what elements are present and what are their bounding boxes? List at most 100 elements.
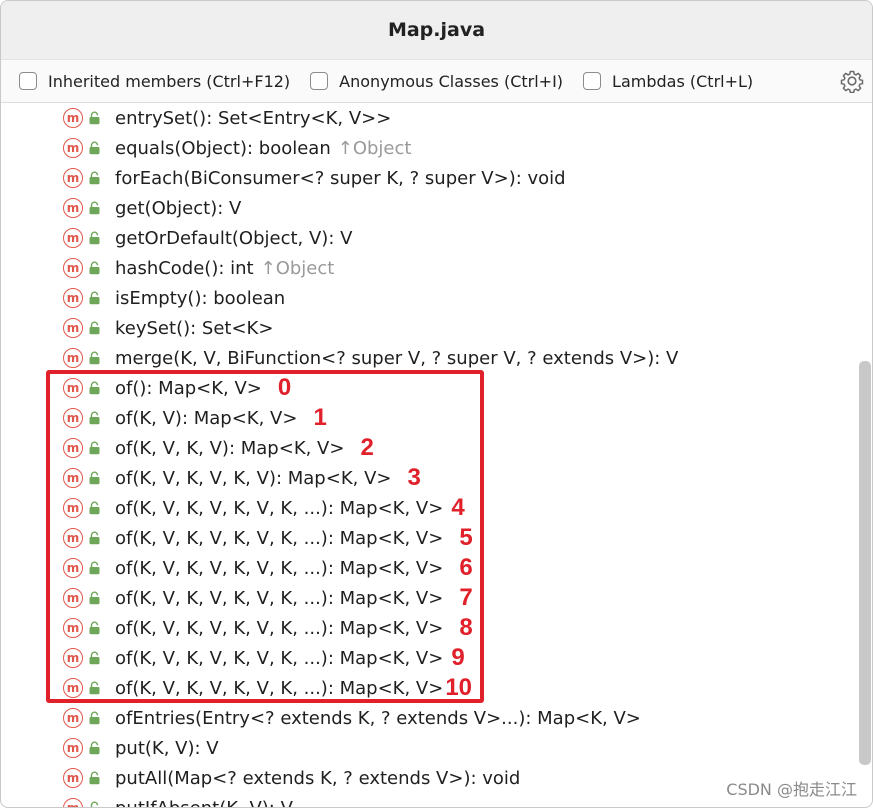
annotation-number: 3 — [407, 464, 421, 491]
member-signature: of(K, V, K, V, K, V, K, ...): Map<K, V> — [115, 647, 444, 669]
anonymous-classes-checkbox[interactable]: Anonymous Classes (Ctrl+I) — [310, 72, 563, 91]
member-row[interactable]: m hashCode(): int ↑Object — [1, 253, 872, 283]
inherited-from: ↑Object — [260, 257, 335, 279]
lock-icon — [89, 381, 100, 395]
filter-toolbar: Inherited members (Ctrl+F12) Anonymous C… — [1, 60, 872, 103]
lock-icon — [89, 651, 100, 665]
lock-icon — [89, 351, 100, 365]
method-icon: m — [63, 498, 83, 518]
lock-icon — [89, 231, 100, 245]
method-icon: m — [63, 318, 83, 338]
method-icon: m — [63, 528, 83, 548]
member-row[interactable]: m put(K, V): V — [1, 733, 872, 763]
member-signature: ofEntries(Entry<? extends K, ? extends V… — [115, 707, 641, 729]
member-row[interactable]: m of(K, V, K, V, K, V, K, ...): Map<K, V>… — [1, 553, 872, 583]
annotation-number: 10 — [445, 674, 473, 701]
method-icon: m — [63, 678, 83, 698]
member-row[interactable]: m of(K, V): Map<K, V> 1 — [1, 403, 872, 433]
member-list: m entrySet(): Set<Entry<K, V>> m equals(Obj… — [1, 103, 872, 807]
member-signature: isEmpty(): boolean — [115, 287, 286, 309]
member-signature: keySet(): Set<K> — [115, 317, 274, 339]
inherited-members-label: Inherited members (Ctrl+F12) — [48, 71, 291, 91]
member-row[interactable]: m isEmpty(): boolean — [1, 283, 872, 313]
checkbox-box[interactable] — [310, 72, 329, 90]
method-icon: m — [63, 768, 83, 788]
method-icon: m — [63, 258, 83, 278]
lambdas-checkbox[interactable]: Lambdas (Ctrl+L) — [583, 72, 753, 91]
member-signature: putAll(Map<? extends K, ? extends V>): v… — [115, 767, 521, 789]
lock-icon — [89, 621, 100, 635]
inherited-members-checkbox[interactable]: Inherited members (Ctrl+F12) — [19, 72, 290, 91]
member-row[interactable]: m merge(K, V, BiFunction<? super V, ? sup… — [1, 343, 872, 373]
member-signature: hashCode(): int — [115, 257, 254, 279]
member-row[interactable]: m of(K, V, K, V, K, V, K, ...): Map<K, V>… — [1, 583, 872, 613]
member-signature: of(K, V, K, V, K, V, K, ...): Map<K, V> — [115, 677, 444, 699]
member-row[interactable]: m getOrDefault(Object, V): V — [1, 223, 872, 253]
member-signature: putIfAbsent(K, V): V — [115, 798, 293, 808]
member-signature: of(): Map<K, V> — [115, 377, 262, 399]
annotation-number: 9 — [451, 644, 465, 671]
method-icon: m — [63, 648, 83, 668]
method-icon: m — [63, 378, 83, 398]
member-signature: of(K, V, K, V, K, V, K, ...): Map<K, V> — [115, 527, 444, 549]
member-signature: of(K, V, K, V, K, V, K, ...): Map<K, V> — [115, 557, 444, 579]
method-icon: m — [63, 228, 83, 248]
member-signature: get(Object): V — [115, 197, 242, 219]
lock-icon — [89, 171, 100, 185]
annotation-number: 0 — [277, 374, 292, 401]
method-icon: m — [63, 438, 83, 458]
lock-icon — [89, 681, 100, 695]
lock-icon — [89, 201, 100, 215]
member-row[interactable]: m keySet(): Set<K> — [1, 313, 872, 343]
member-row[interactable]: m equals(Object): boolean ↑Object — [1, 133, 872, 163]
member-signature: of(K, V, K, V, K, V): Map<K, V> — [115, 467, 392, 489]
lock-icon — [89, 411, 100, 425]
lock-icon — [90, 801, 99, 807]
lock-icon — [89, 471, 100, 485]
member-row[interactable]: m of(K, V, K, V, K, V, K, ...): Map<K, V>… — [1, 673, 872, 703]
member-row[interactable]: m of(K, V, K, V, K, V, K, ...): Map<K, V>… — [1, 493, 872, 523]
member-row[interactable]: m forEach(BiConsumer<? super K, ? super V… — [1, 163, 872, 193]
member-signature: equals(Object): boolean — [115, 137, 331, 159]
lock-icon — [89, 261, 100, 275]
structure-popup-window: Map.java Inherited members (Ctrl+F12) An… — [0, 0, 873, 808]
method-icon: m — [63, 798, 83, 807]
member-row[interactable]: m of(K, V, K, V): Map<K, V> 2 — [1, 433, 872, 463]
checkbox-box[interactable] — [583, 72, 602, 90]
annotation-number: 6 — [459, 554, 473, 581]
member-row[interactable]: m of(K, V, K, V, K, V, K, ...): Map<K, V>… — [1, 643, 872, 673]
member-signature: of(K, V): Map<K, V> — [115, 407, 298, 429]
annotation-number: 8 — [459, 614, 473, 641]
member-row[interactable]: m ofEntries(Entry<? extends K, ? extends … — [1, 703, 872, 733]
method-icon: m — [63, 588, 83, 608]
member-row[interactable]: m entrySet(): Set<Entry<K, V>> — [1, 103, 872, 133]
method-icon: m — [63, 708, 83, 728]
member-row[interactable]: m of(K, V, K, V, K, V, K, ...): Map<K, V>… — [1, 523, 872, 553]
annotation-number: 2 — [360, 434, 374, 461]
member-row[interactable]: m get(Object): V — [1, 193, 872, 223]
method-icon: m — [63, 408, 83, 428]
method-icon: m — [63, 108, 83, 128]
lock-icon — [89, 141, 100, 155]
gear-icon[interactable] — [840, 69, 864, 93]
scrollbar-thumb[interactable] — [859, 361, 871, 765]
method-icon: m — [63, 168, 83, 188]
member-row[interactable]: m of(K, V, K, V, K, V, K, ...): Map<K, V>… — [1, 613, 872, 643]
method-icon: m — [63, 288, 83, 308]
method-icon: m — [63, 198, 83, 218]
lock-icon — [89, 531, 100, 545]
watermark: CSDN @抱走江江 — [726, 780, 857, 799]
member-signature: merge(K, V, BiFunction<? super V, ? supe… — [115, 347, 679, 369]
scrollbar-track[interactable] — [858, 103, 872, 807]
lock-icon — [89, 591, 100, 605]
method-icon: m — [63, 348, 83, 368]
member-row[interactable]: m of(): Map<K, V> 0 — [1, 373, 872, 403]
lock-icon — [89, 561, 100, 575]
checkbox-box[interactable] — [19, 72, 37, 90]
window-title: Map.java — [1, 1, 872, 60]
member-signature: entrySet(): Set<Entry<K, V>> — [115, 107, 392, 129]
method-icon: m — [63, 558, 83, 578]
lock-icon — [89, 321, 100, 335]
member-row[interactable]: m of(K, V, K, V, K, V): Map<K, V> 3 — [1, 463, 872, 493]
member-signature: of(K, V, K, V, K, V, K, ...): Map<K, V> — [115, 587, 444, 609]
